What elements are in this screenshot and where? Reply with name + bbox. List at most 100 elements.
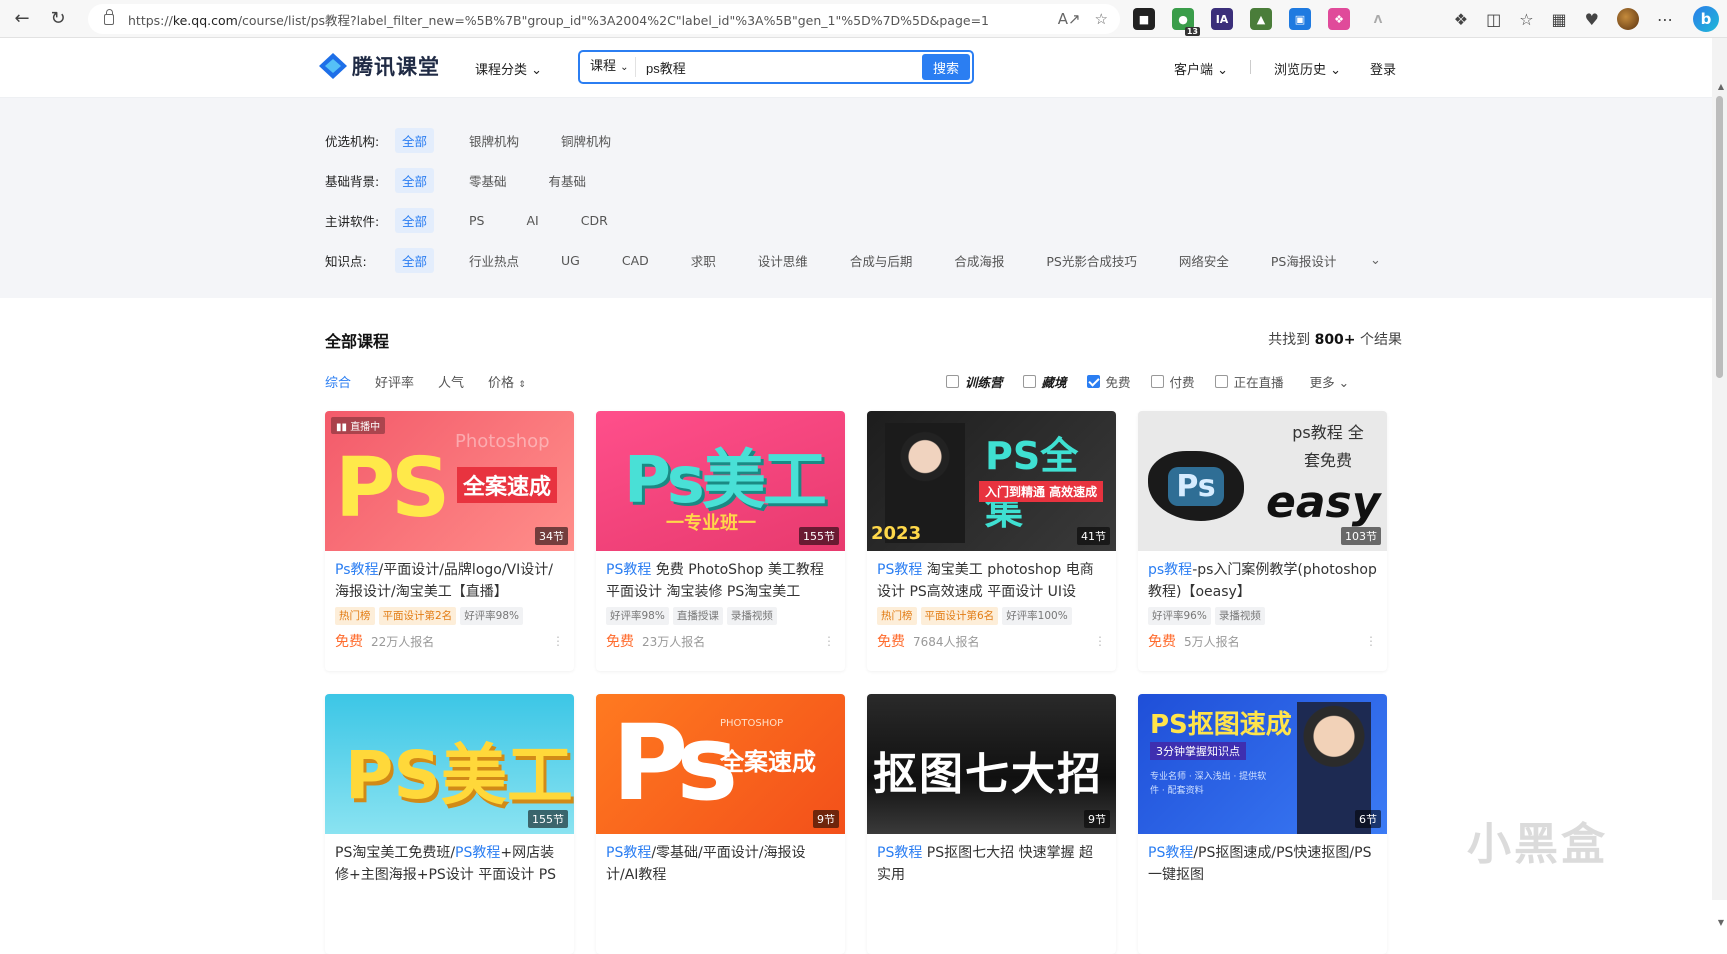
login-link[interactable]: 登录 — [1370, 59, 1396, 78]
filter-option[interactable]: AI — [520, 210, 546, 231]
course-title[interactable]: PS教程 PS抠图七大招 快速掌握 超实用 — [867, 834, 1116, 886]
tag: 热门榜 — [877, 607, 917, 625]
profile-avatar[interactable] — [1617, 8, 1639, 30]
url-text: https://ke.qq.com/course/list/ps教程?label… — [128, 12, 989, 28]
course-title[interactable]: ps教程-ps入门案例教学(photoshop教程)【oeasy】 — [1138, 551, 1387, 603]
more-options-icon[interactable]: ⋮ — [1094, 634, 1106, 648]
search-type-select[interactable]: 课程 ⌄ — [580, 57, 636, 77]
sort-option-price[interactable]: 价格 ⇕ — [488, 372, 526, 391]
checkbox-live[interactable]: 正在直播 — [1214, 372, 1284, 391]
extension-icon[interactable]: ▲ — [1250, 8, 1272, 30]
checkbox-training[interactable]: 训练营 — [946, 372, 1003, 391]
filter-option[interactable]: UG — [554, 250, 587, 271]
extension-badge-icon[interactable]: ● 13 — [1172, 8, 1200, 36]
favorite-star-icon[interactable]: ☆ — [1095, 10, 1108, 28]
search-input[interactable] — [636, 59, 916, 75]
course-card[interactable]: Ps easy ps教程 全套免费 103节 ps教程-ps入门案例教学(pho… — [1138, 411, 1387, 671]
extensions-puzzle-icon[interactable]: ❖ — [1454, 10, 1468, 29]
filter-option[interactable]: 零基础 — [462, 168, 514, 193]
history-menu[interactable]: 浏览历史 ⌄ — [1274, 59, 1341, 78]
course-title[interactable]: PS教程/零基础/平面设计/海报设计/AI教程 — [596, 834, 845, 886]
course-title[interactable]: PS淘宝美工免费班/PS教程+网店装修+主图海报+PS设计 平面设计 PS — [325, 834, 574, 886]
performance-icon[interactable]: ♥ — [1585, 10, 1599, 29]
collections-icon[interactable]: ▦ — [1552, 10, 1567, 29]
back-icon[interactable]: ← — [8, 5, 36, 33]
scroll-down-icon[interactable]: ▼ — [1718, 918, 1724, 927]
course-card[interactable]: ▮▮ 直播中 PS Photoshop 全案速成 34节 Ps教程/平面设计/品… — [325, 411, 574, 671]
result-suffix: 个结果 — [1360, 332, 1402, 348]
course-thumbnail[interactable]: PS全集 入门到精通 高效速成 2023 41节 — [867, 411, 1116, 551]
ia-extension-icon[interactable]: IA — [1211, 8, 1233, 30]
sort-option[interactable]: 综合 — [325, 372, 351, 391]
course-card[interactable]: PS抠图速成 3分钟掌握知识点 专业名师 · 深入浅出 · 提供软件 · 配套资… — [1138, 694, 1387, 954]
extension-icon[interactable]: Λ — [1367, 8, 1389, 30]
category-menu[interactable]: 课程分类 ⌄ — [475, 59, 542, 78]
filter-option[interactable]: PS光影合成技巧 — [1039, 248, 1143, 273]
sort-option[interactable]: 好评率 — [375, 372, 414, 391]
favorites-icon[interactable]: ☆ — [1519, 10, 1533, 29]
course-title[interactable]: PS教程 淘宝美工 photoshop 电商设计 PS高效速成 平面设计 UI设 — [867, 551, 1116, 603]
course-card[interactable]: PS美工 155节 PS淘宝美工免费班/PS教程+网店装修+主图海报+PS设计 … — [325, 694, 574, 954]
course-title[interactable]: PS教程 免费 PhotoShop 美工教程 平面设计 淘宝装修 PS淘宝美工 — [596, 551, 845, 603]
read-aloud-icon[interactable]: A↗ — [1058, 10, 1081, 28]
course-thumbnail[interactable]: ▮▮ 直播中 PS Photoshop 全案速成 34节 — [325, 411, 574, 551]
logo[interactable]: 腾讯课堂 — [318, 51, 440, 81]
extension-icon[interactable]: ■ — [1133, 8, 1155, 30]
filter-option[interactable]: 全部 — [395, 168, 435, 193]
scrollbar[interactable]: ▲ ▼ — [1712, 38, 1727, 927]
course-thumbnail[interactable]: Ps easy ps教程 全套免费 103节 — [1138, 411, 1387, 551]
address-bar[interactable]: https://ke.qq.com/course/list/ps教程?label… — [88, 4, 1120, 34]
course-card[interactable]: PS全集 入门到精通 高效速成 2023 41节 PS教程 淘宝美工 photo… — [867, 411, 1116, 671]
bing-copilot-icon[interactable]: b — [1693, 6, 1719, 32]
filter-option[interactable]: 设计思维 — [751, 248, 815, 273]
checkbox-free[interactable]: 免费 — [1086, 372, 1131, 391]
extension-icon[interactable]: ❖ — [1328, 8, 1350, 30]
split-screen-icon[interactable]: ◫ — [1486, 10, 1501, 29]
scroll-thumb[interactable] — [1716, 96, 1723, 378]
filter-option[interactable]: PS海报设计 — [1264, 248, 1343, 273]
filter-option[interactable]: 全部 — [395, 248, 435, 273]
course-card[interactable]: Ps PHOTOSHOP 全案速成 9节 PS教程/零基础/平面设计/海报设计/… — [596, 694, 845, 954]
course-thumbnail[interactable]: Ps PHOTOSHOP 全案速成 9节 — [596, 694, 845, 834]
price: 免费 — [877, 634, 905, 650]
course-title[interactable]: Ps教程/平面设计/品牌logo/VI设计/海报设计/淘宝美工【直播】 — [325, 551, 574, 603]
expand-chevron-icon[interactable]: ⌄ — [1370, 253, 1381, 268]
course-thumbnail[interactable]: 抠图七大招 9节 — [867, 694, 1116, 834]
search-button[interactable]: 搜索 — [922, 54, 970, 80]
filter-option[interactable]: 合成与后期 — [843, 248, 920, 273]
filter-option[interactable]: PS — [462, 210, 491, 231]
course-thumbnail[interactable]: PS抠图速成 3分钟掌握知识点 专业名师 · 深入浅出 · 提供软件 · 配套资… — [1138, 694, 1387, 834]
checkbox-paid[interactable]: 付费 — [1150, 372, 1195, 391]
sort-option[interactable]: 人气 — [438, 372, 464, 391]
filter-option[interactable]: 网络安全 — [1172, 248, 1236, 273]
filter-option[interactable]: 铜牌机构 — [554, 128, 618, 153]
course-card[interactable]: 抠图七大招 9节 PS教程 PS抠图七大招 快速掌握 超实用 — [867, 694, 1116, 954]
course-thumbnail[interactable]: PS美工 155节 — [325, 694, 574, 834]
more-filter[interactable]: 更多 ⌄ — [1310, 372, 1349, 391]
thumbnail-text: 专业名师 · 深入浅出 · 提供软件 · 配套资料 — [1150, 772, 1267, 796]
site-header: 腾讯课堂 课程分类 ⌄ 课程 ⌄ 搜索 客户端 ⌄ 浏览历史 ⌄ 登录 — [0, 38, 1712, 98]
browser-toolbar: ← ↻ https://ke.qq.com/course/list/ps教程?l… — [0, 0, 1727, 38]
course-card[interactable]: Ps美工 一专业班一 155节 PS教程 免费 PhotoShop 美工教程 平… — [596, 411, 845, 671]
result-number: 800+ — [1314, 332, 1356, 348]
filter-option[interactable]: 全部 — [395, 208, 435, 233]
course-thumbnail[interactable]: Ps美工 一专业班一 155节 — [596, 411, 845, 551]
extension-icon[interactable]: ▣ — [1289, 8, 1311, 30]
checkbox-featured[interactable]: 藏境 — [1022, 372, 1067, 391]
scroll-up-icon[interactable]: ▲ — [1718, 82, 1724, 91]
filter-option[interactable]: 合成海报 — [947, 248, 1011, 273]
filter-option[interactable]: 全部 — [395, 128, 435, 153]
more-options-icon[interactable]: ⋮ — [552, 634, 564, 648]
filter-option[interactable]: CAD — [615, 250, 656, 271]
filter-option[interactable]: CDR — [574, 210, 615, 231]
client-menu[interactable]: 客户端 ⌄ — [1174, 59, 1228, 78]
filter-option[interactable]: 行业热点 — [462, 248, 526, 273]
more-options-icon[interactable]: ⋮ — [1365, 634, 1377, 648]
filter-option[interactable]: 有基础 — [542, 168, 594, 193]
filter-option[interactable]: 银牌机构 — [462, 128, 526, 153]
filter-option[interactable]: 求职 — [684, 248, 723, 273]
refresh-icon[interactable]: ↻ — [44, 5, 72, 33]
more-menu-icon[interactable]: ⋯ — [1657, 10, 1673, 29]
course-title[interactable]: PS教程/PS抠图速成/PS快速抠图/PS一键抠图 — [1138, 834, 1387, 886]
more-options-icon[interactable]: ⋮ — [823, 634, 835, 648]
